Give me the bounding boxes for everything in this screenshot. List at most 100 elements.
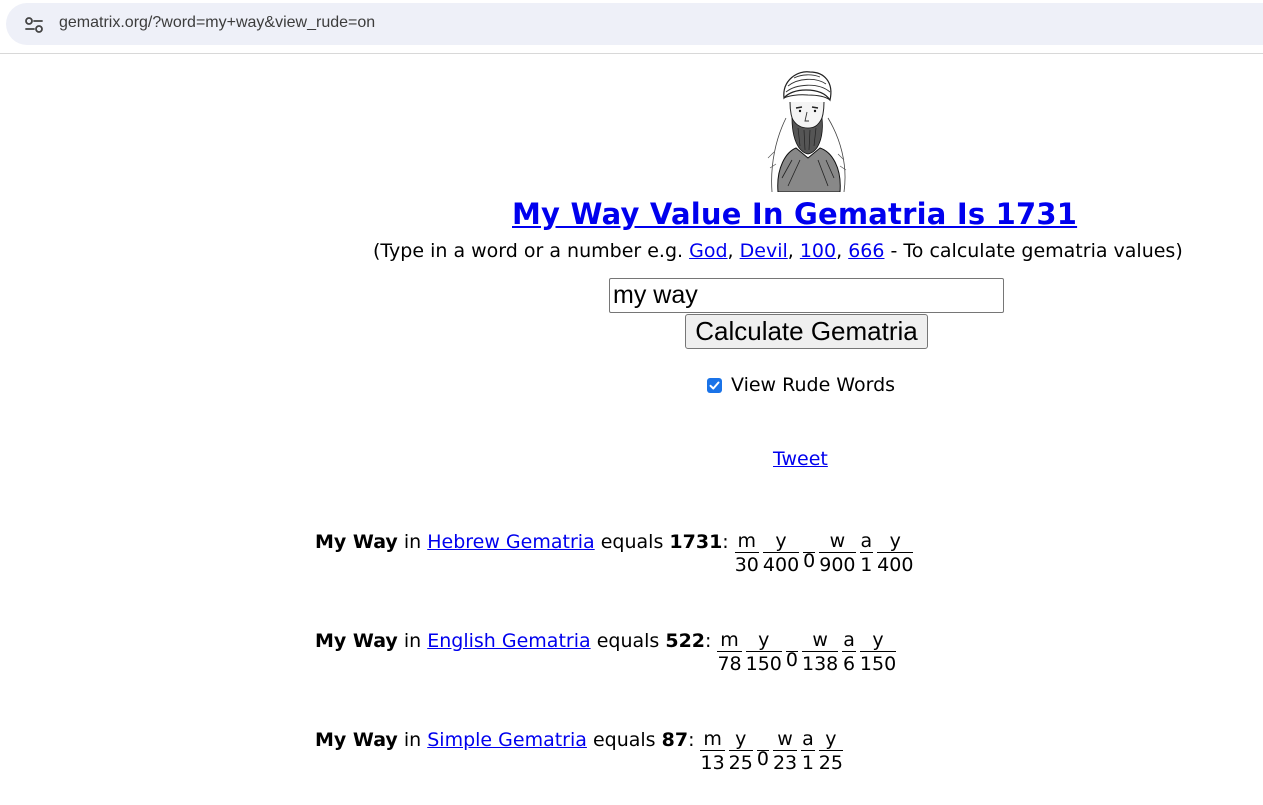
letter-value: 150 [745, 653, 782, 675]
letter-cell: w 138 [801, 629, 839, 676]
scholar-portrait-image [767, 71, 847, 192]
result-phrase: My Way [315, 729, 398, 751]
letter-value: 400 [762, 554, 800, 576]
letter-cell: y 400 [877, 530, 914, 577]
letter-cell: y 25 [728, 728, 753, 775]
letter-value: 30 [734, 554, 759, 576]
tweet-link[interactable]: Tweet [773, 448, 828, 470]
chrome-divider [0, 53, 1263, 54]
hint-suffix: - To calculate gematria values) [884, 240, 1183, 262]
hint-prefix: (Type in a word or a number e.g. [373, 240, 690, 262]
letter-char: y [728, 728, 753, 751]
letter-char: m [717, 629, 742, 652]
view-rude-words-option: View Rude Words [707, 374, 895, 396]
view-rude-words-label[interactable]: View Rude Words [731, 374, 895, 396]
letter-char: a [801, 728, 815, 751]
letter-value: 25 [728, 752, 753, 774]
letter-cell: m 13 [700, 728, 725, 775]
letter-value: 25 [818, 752, 843, 774]
letter-value: 1 [801, 752, 815, 774]
result-total: 522 [665, 630, 706, 652]
letter-char: w [819, 530, 856, 553]
letter-cell: a6 [842, 629, 856, 676]
result-row-simple: My Way in Simple Gematria equals 87: m 13 y… [315, 728, 847, 775]
letter-cell: a1 [801, 728, 815, 775]
letter-cell: 0 [803, 530, 815, 571]
letter-breakdown: m 13 y 25 0 w 23 a 1 y 25 [700, 728, 847, 775]
result-row-hebrew: My Way in Hebrew Gematria equals 1731: m 3… [315, 530, 917, 577]
page-title: My Way Value In Gematria Is 1731 [512, 197, 1077, 231]
result-in: in [403, 531, 422, 553]
calculate-gematria-button[interactable]: Calculate Gematria [685, 314, 928, 349]
letter-breakdown: m 78 y 150 0 w 138 a 6 y 150 [717, 629, 900, 676]
result-phrase: My Way [315, 630, 398, 652]
result-row-english: My Way in English Gematria equals 522: m 7… [315, 629, 900, 676]
letter-char: y [818, 728, 843, 751]
letter-value: 78 [717, 653, 742, 675]
letter-cell: a1 [859, 530, 874, 577]
letter-value: 6 [843, 653, 856, 675]
letter-cell: 0 [757, 728, 769, 769]
result-equals: equals [592, 729, 656, 751]
letter-cell: 0 [786, 629, 798, 670]
letter-char: m [734, 530, 759, 553]
letter-char: w [772, 728, 798, 751]
letter-value: 900 [819, 554, 856, 576]
example-link-god[interactable]: God [689, 240, 727, 262]
letter-char: y [745, 629, 782, 652]
letter-cell: y 150 [745, 629, 782, 676]
word-input[interactable]: my way [609, 278, 1004, 313]
hint-separator: , [836, 240, 849, 262]
result-total: 1731 [669, 531, 723, 553]
hint-separator: , [727, 240, 740, 262]
letter-char: a [859, 530, 874, 553]
title-link[interactable]: My Way Value In Gematria Is 1731 [512, 197, 1077, 231]
letter-char: a [842, 629, 856, 652]
letter-cell: y 150 [859, 629, 897, 676]
letter-value: 23 [772, 752, 798, 774]
result-equals: equals [596, 630, 660, 652]
letter-value: 1 [860, 554, 873, 576]
checkmark-icon [709, 381, 720, 389]
omnibox[interactable]: gematrix.org/?word=my+way&view_rude=on [6, 3, 1263, 45]
gematria-system-link-simple[interactable]: Simple Gematria [427, 729, 587, 751]
letter-value: 0 [756, 748, 769, 770]
view-rude-words-checkbox[interactable] [707, 377, 722, 393]
url-text[interactable]: gematrix.org/?word=my+way&view_rude=on [59, 14, 375, 32]
gematria-system-link-hebrew[interactable]: Hebrew Gematria [427, 531, 594, 553]
site-settings-icon[interactable] [24, 16, 44, 34]
letter-char: y [859, 629, 897, 652]
letter-breakdown: m 30 y 400 0 w 900 a 1 y 400 [734, 530, 918, 577]
letter-char: y [762, 530, 800, 553]
letter-value: 0 [803, 550, 816, 572]
instructions-text: (Type in a word or a number e.g. God, De… [373, 240, 1183, 262]
letter-char: m [700, 728, 725, 751]
browser-address-bar: gematrix.org/?word=my+way&view_rude=on [0, 0, 1263, 52]
letter-cell: y 25 [818, 728, 843, 775]
letter-value: 13 [700, 752, 725, 774]
letter-value: 138 [801, 653, 839, 675]
letter-value: 150 [859, 653, 897, 675]
result-phrase: My Way [315, 531, 398, 553]
result-sentence: My Way in Simple Gematria equals 87: [315, 729, 695, 751]
letter-char: w [801, 629, 839, 652]
letter-cell: w 900 [819, 530, 856, 577]
example-link-devil[interactable]: Devil [740, 240, 788, 262]
example-link-100[interactable]: 100 [800, 240, 836, 262]
result-in: in [403, 630, 422, 652]
page-content: My Way Value In Gematria Is 1731 (Type i… [0, 56, 1263, 805]
hint-separator: , [787, 240, 800, 262]
letter-cell: y 400 [762, 530, 800, 577]
letter-cell: m 78 [717, 629, 742, 676]
letter-value: 400 [877, 554, 914, 576]
example-link-666[interactable]: 666 [848, 240, 884, 262]
letter-char: y [877, 530, 914, 553]
result-in: in [403, 729, 422, 751]
letter-cell: w 23 [772, 728, 798, 775]
result-sentence: My Way in Hebrew Gematria equals 1731: [315, 531, 729, 553]
letter-value: 0 [785, 649, 798, 671]
result-equals: equals [600, 531, 664, 553]
result-total: 87 [661, 729, 689, 751]
result-sentence: My Way in English Gematria equals 522: [315, 630, 712, 652]
gematria-system-link-english[interactable]: English Gematria [427, 630, 590, 652]
